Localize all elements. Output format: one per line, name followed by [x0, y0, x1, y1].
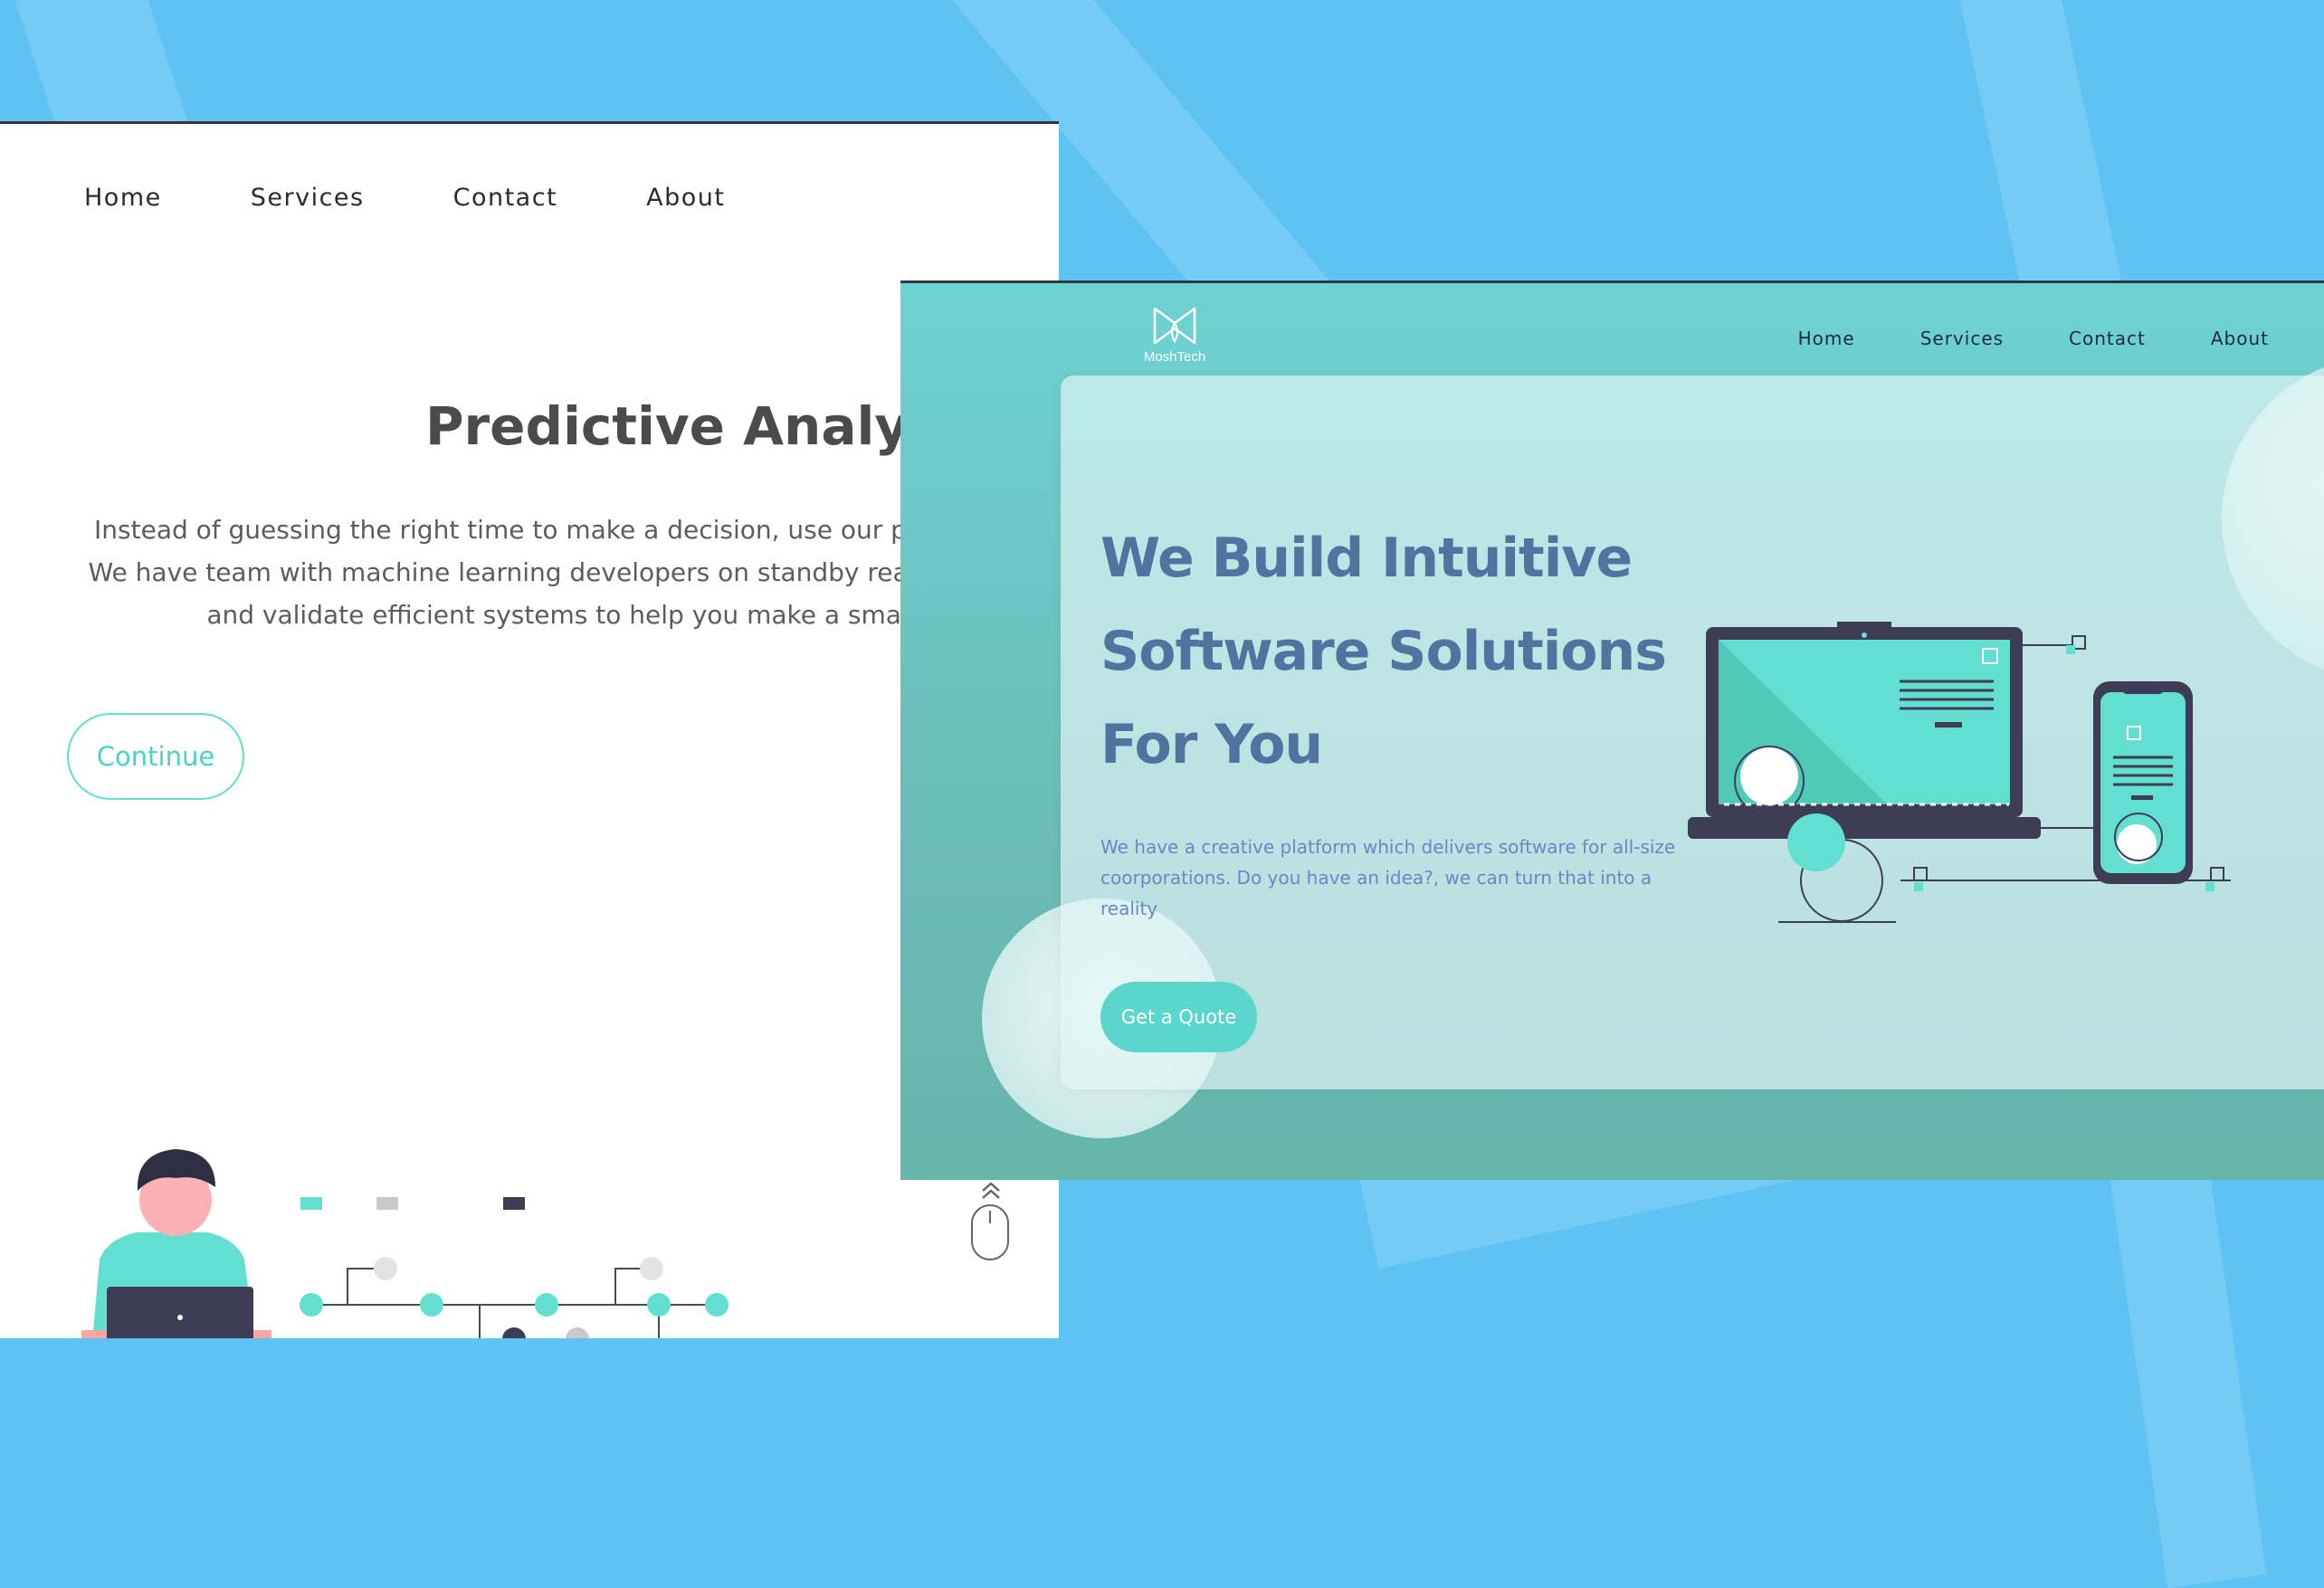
nav-contact[interactable]: Contact	[2069, 328, 2146, 349]
laptop-phone-illustration	[1688, 622, 2231, 923]
hero-heading-line: We Build Intuitive	[1100, 527, 1633, 590]
hero-paragraph: We have a creative platform which delive…	[1100, 832, 1698, 924]
hero-paragraph-line: We have a creative platform which delive…	[1100, 836, 1676, 858]
moshtech-window: MoshTech Home Services Contact About We …	[900, 281, 2324, 1180]
left-nav: Home Services Contact About	[84, 184, 725, 212]
person-laptop-illustration	[81, 1149, 271, 1338]
background-stripe	[2104, 1126, 2267, 1588]
chevron-up-icon	[982, 1182, 1000, 1199]
nav-services[interactable]: Services	[251, 184, 365, 212]
hero-heading-line: Software Solutions	[1100, 620, 1667, 683]
hero-heading-line: For You	[1100, 713, 1323, 776]
flow-diagram-illustration	[300, 1197, 729, 1338]
hero-paragraph-line: reality	[1100, 898, 1158, 919]
continue-button[interactable]: Continue	[67, 713, 244, 800]
hero-paragraph-line: coorporations. Do you have an idea?, we …	[1100, 867, 1653, 889]
nav-contact[interactable]: Contact	[453, 184, 558, 212]
logo[interactable]: MoshTech	[1134, 305, 1215, 365]
nav-services[interactable]: Services	[1920, 328, 2004, 349]
nav-home[interactable]: Home	[1798, 328, 1855, 349]
mouse-scroll-icon[interactable]	[968, 1178, 1014, 1269]
nav-about[interactable]: About	[646, 184, 725, 212]
nav-home[interactable]: Home	[84, 184, 162, 212]
get-a-quote-button[interactable]: Get a Quote	[1100, 982, 1257, 1052]
bow-logo-icon	[1153, 307, 1196, 345]
right-nav: Home Services Contact About	[1798, 328, 2269, 349]
logo-text: MoshTech	[1143, 349, 1206, 365]
nav-about[interactable]: About	[2211, 328, 2269, 349]
